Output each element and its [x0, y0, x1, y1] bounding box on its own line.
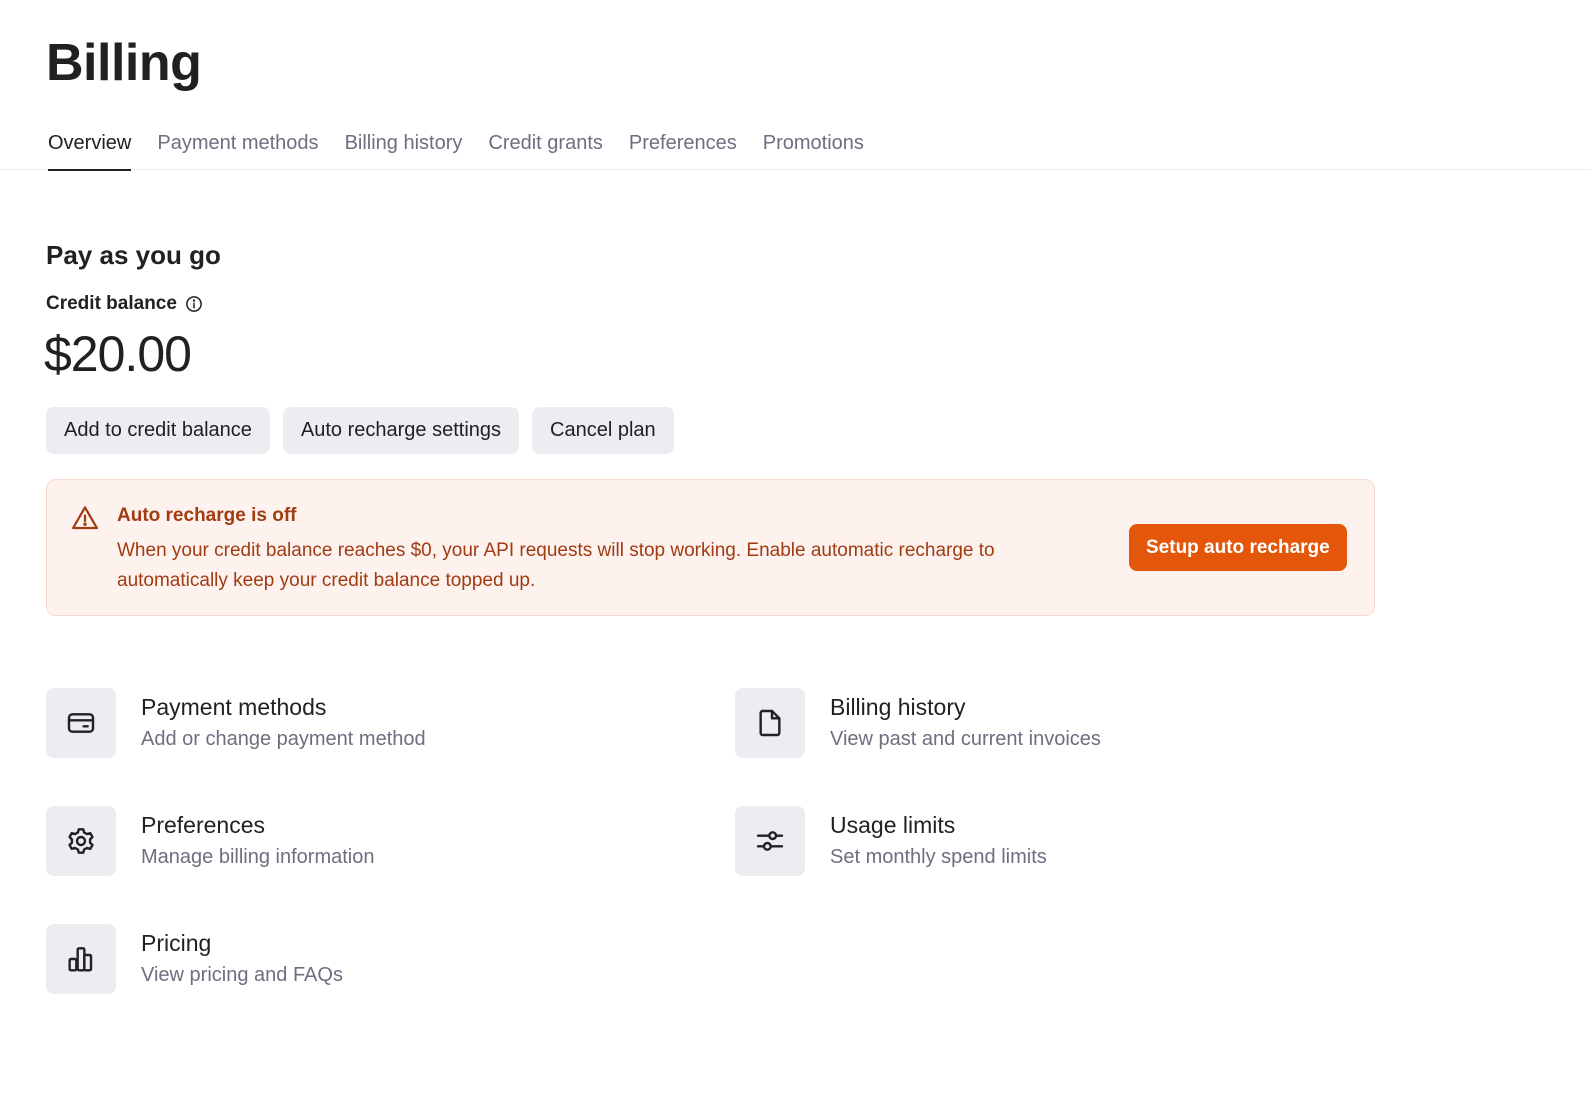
usage-limits-description: Set monthly spend limits [830, 846, 1047, 868]
tab-overview[interactable]: Overview [48, 120, 132, 171]
preferences-description: Manage billing information [141, 846, 375, 868]
usage-limits-title: Usage limits [830, 812, 956, 838]
tab-preferences[interactable]: Preferences [629, 120, 737, 170]
preferences-link[interactable]: Preferences Manage billing information [46, 806, 374, 876]
document-icon [735, 688, 805, 758]
plan-actions: Add to credit balance Auto recharge sett… [46, 407, 674, 454]
credit-balance-amount: $20.00 [44, 326, 192, 382]
plan-title: Pay as you go [46, 240, 221, 270]
setup-auto-recharge-button[interactable]: Setup auto recharge [1129, 524, 1347, 571]
warning-triangle-icon [70, 503, 100, 533]
alert-title: Auto recharge is off [117, 505, 297, 526]
gear-icon [46, 806, 116, 876]
credit-balance-label: Credit balance [46, 293, 177, 314]
auto-recharge-alert: Auto recharge is off When your credit ba… [46, 479, 1375, 616]
pricing-title: Pricing [141, 930, 212, 956]
credit-card-icon [46, 688, 116, 758]
billing-history-description: View past and current invoices [830, 728, 1101, 750]
cancel-plan-button[interactable]: Cancel plan [532, 407, 674, 454]
preferences-title: Preferences [141, 812, 266, 838]
pricing-link[interactable]: Pricing View pricing and FAQs [46, 924, 343, 994]
tab-credit-grants[interactable]: Credit grants [488, 120, 603, 170]
credit-balance-label-row: Credit balance [46, 293, 203, 315]
alert-message: When your credit balance reaches $0, you… [117, 540, 995, 591]
add-credit-button[interactable]: Add to credit balance [46, 407, 270, 454]
bar-chart-icon [46, 924, 116, 994]
billing-history-link[interactable]: Billing history View past and current in… [735, 688, 1101, 758]
tab-payment-methods[interactable]: Payment methods [157, 120, 318, 170]
billing-history-title: Billing history [830, 694, 966, 720]
payment-methods-title: Payment methods [141, 694, 327, 720]
info-circle-icon[interactable] [185, 295, 203, 313]
tab-promotions[interactable]: Promotions [763, 120, 864, 170]
payment-methods-link[interactable]: Payment methods Add or change payment me… [46, 688, 426, 758]
pricing-description: View pricing and FAQs [141, 964, 343, 986]
usage-limits-link[interactable]: Usage limits Set monthly spend limits [735, 806, 1047, 876]
tab-billing-history[interactable]: Billing history [345, 120, 463, 170]
page-title: Billing [46, 34, 202, 92]
sliders-icon [735, 806, 805, 876]
billing-tabs: Overview Payment methods Billing history… [0, 120, 1591, 171]
auto-recharge-settings-button[interactable]: Auto recharge settings [282, 407, 520, 454]
payment-methods-description: Add or change payment method [141, 728, 426, 750]
